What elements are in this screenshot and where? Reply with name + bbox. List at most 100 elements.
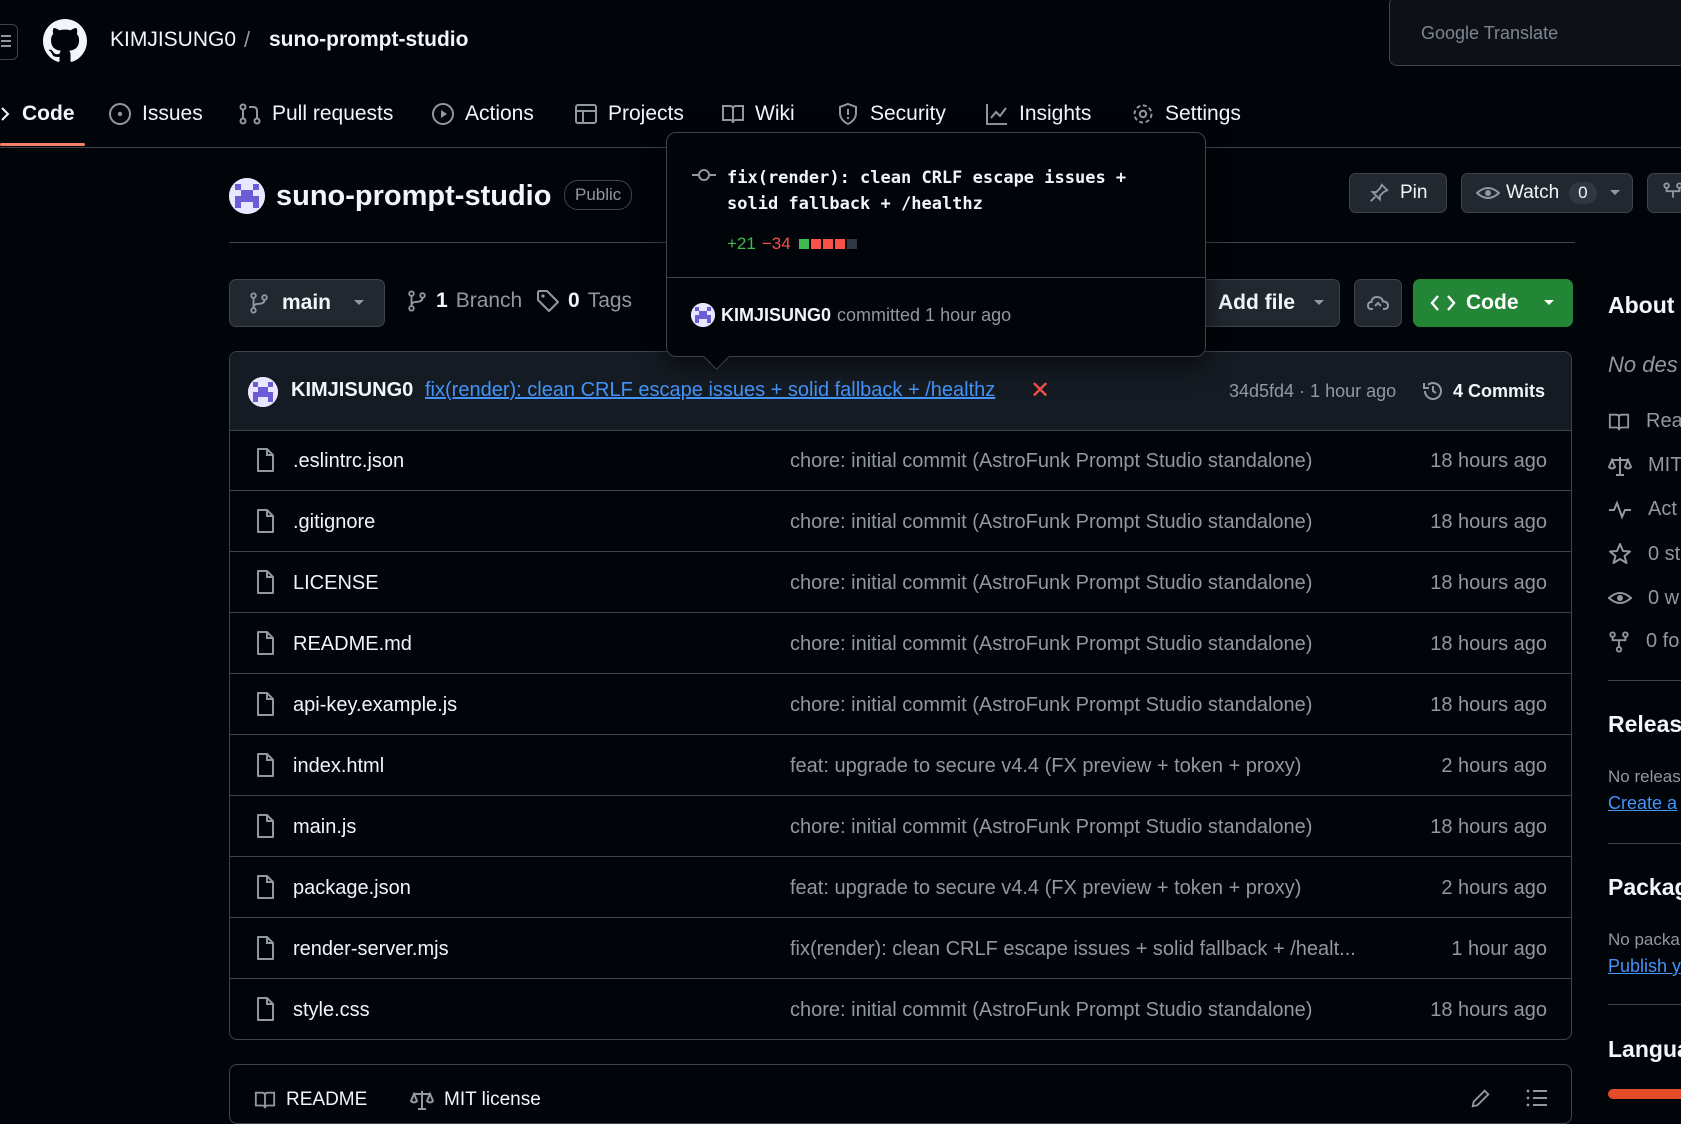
table-row[interactable]: package.json feat: upgrade to secure v4.4… xyxy=(230,857,1571,918)
sidebar-item-label: 0 w xyxy=(1648,586,1680,609)
publish-package-link[interactable]: Publish y xyxy=(1608,956,1681,977)
file-commit-message-link[interactable]: chore: initial commit (AstroFunk Prompt … xyxy=(790,633,1312,656)
hovercard-commit-message[interactable]: fix(render): clean CRLF escape issues + … xyxy=(727,165,1187,217)
hovercard-author-avatar[interactable] xyxy=(691,303,715,327)
eye-icon xyxy=(1608,592,1632,604)
github-logo-icon[interactable] xyxy=(43,19,87,63)
commit-author-avatar[interactable] xyxy=(248,377,278,407)
repo-owner-avatar xyxy=(229,178,265,214)
diff-stats: +21 −34 xyxy=(727,234,859,254)
file-commit-time: 18 hours ago xyxy=(1430,999,1547,1021)
add-file-button[interactable]: Add file xyxy=(1200,279,1340,327)
file-name-link[interactable]: .gitignore xyxy=(293,511,375,534)
commit-author[interactable]: KIMJISUNG0 xyxy=(291,379,413,402)
file-name-link[interactable]: package.json xyxy=(293,877,411,900)
tab-insights[interactable]: Insights xyxy=(985,90,1091,138)
tab-pull-requests[interactable]: Pull requests xyxy=(238,90,393,138)
file-commit-message-link[interactable]: chore: initial commit (AstroFunk Prompt … xyxy=(790,511,1312,534)
sidebar-item-license[interactable]: MIT xyxy=(1608,454,1681,477)
table-row[interactable]: .gitignore chore: initial commit (AstroFu… xyxy=(230,491,1571,552)
codespaces-button[interactable] xyxy=(1354,279,1402,327)
pulse-icon xyxy=(1609,499,1631,520)
sidebar-item-label: MIT xyxy=(1648,454,1681,476)
file-name-link[interactable]: style.css xyxy=(293,999,370,1022)
releases-heading[interactable]: Release xyxy=(1608,711,1681,738)
code-icon xyxy=(1,107,10,121)
license-tab[interactable]: MIT license xyxy=(410,1089,541,1111)
sidebar-item-watchers[interactable]: 0 w xyxy=(1608,586,1679,610)
tab-wiki[interactable]: Wiki xyxy=(721,90,795,138)
file-name-link[interactable]: render-server.mjs xyxy=(293,938,449,961)
sidebar-item-activity[interactable]: Act xyxy=(1608,498,1677,521)
branch-select-button[interactable]: main xyxy=(229,279,385,327)
repo-link[interactable]: suno-prompt-studio xyxy=(269,28,468,52)
sidebar-item-forks[interactable]: 0 fo xyxy=(1608,630,1679,653)
table-row[interactable]: style.css chore: initial commit (AstroFun… xyxy=(230,979,1571,1039)
eye-icon xyxy=(1476,187,1500,199)
owner-link[interactable]: KIMJISUNG0 xyxy=(110,28,236,52)
table-row[interactable]: .eslintrc.json chore: initial commit (Ast… xyxy=(230,430,1571,491)
file-commit-time: 18 hours ago xyxy=(1430,694,1547,716)
tab-actions[interactable]: Actions xyxy=(431,90,534,138)
tags-link[interactable]: 0 Tags xyxy=(536,289,632,313)
file-name-link[interactable]: main.js xyxy=(293,816,356,839)
commits-history-link[interactable]: 4 Commits xyxy=(1421,379,1545,403)
file-commit-message-link[interactable]: chore: initial commit (AstroFunk Prompt … xyxy=(790,450,1312,473)
file-commit-message-link[interactable]: chore: initial commit (AstroFunk Prompt … xyxy=(790,999,1312,1022)
table-row[interactable]: index.html feat: upgrade to secure v4.4 (… xyxy=(230,735,1571,796)
tab-issues[interactable]: Issues xyxy=(108,90,203,138)
table-row[interactable]: LICENSE chore: initial commit (AstroFunk … xyxy=(230,552,1571,613)
table-row[interactable]: README.md chore: initial commit (AstroFun… xyxy=(230,613,1571,674)
file-commit-time: 2 hours ago xyxy=(1441,877,1547,899)
table-row[interactable]: render-server.mjs fix(render): clean CRLF… xyxy=(230,918,1571,979)
cloud-icon xyxy=(1366,295,1390,310)
diff-blocks xyxy=(798,234,859,254)
file-name-link[interactable]: api-key.example.js xyxy=(293,694,457,717)
file-commit-message-link[interactable]: fix(render): clean CRLF escape issues + … xyxy=(790,938,1356,961)
table-row[interactable]: main.js chore: initial commit (AstroFunk … xyxy=(230,796,1571,857)
branches-link[interactable]: 1 Branch xyxy=(406,289,522,313)
shield-icon xyxy=(839,102,857,126)
sidebar-item-stars[interactable]: 0 st xyxy=(1608,542,1680,566)
watch-button[interactable]: Watch 0 xyxy=(1461,173,1633,213)
tab-projects[interactable]: Projects xyxy=(574,90,684,138)
commit-status-failed-icon[interactable]: ✕ xyxy=(1030,376,1050,405)
sidebar-item-readme[interactable]: Rea xyxy=(1608,410,1681,433)
table-row[interactable]: api-key.example.js chore: initial commit … xyxy=(230,674,1571,735)
about-heading: About xyxy=(1608,292,1675,318)
active-tab-indicator xyxy=(0,143,85,146)
tab-label: Issues xyxy=(142,102,203,125)
tab-settings[interactable]: Settings xyxy=(1131,90,1241,138)
sidebar-item-label: 0 fo xyxy=(1646,630,1680,652)
file-commit-message-link[interactable]: chore: initial commit (AstroFunk Prompt … xyxy=(790,572,1312,595)
file-name-link[interactable]: .eslintrc.json xyxy=(293,450,404,473)
file-commit-message-link[interactable]: feat: upgrade to secure v4.4 (FX preview… xyxy=(790,877,1301,900)
hovercard-divider xyxy=(667,277,1205,278)
code-dropdown-button[interactable]: Code xyxy=(1413,279,1573,327)
file-commit-message-link[interactable]: chore: initial commit (AstroFunk Prompt … xyxy=(790,816,1312,839)
repo-title[interactable]: suno-prompt-studio xyxy=(276,180,551,213)
file-commit-message-link[interactable]: chore: initial commit (AstroFunk Prompt … xyxy=(790,694,1312,717)
hovercard-author[interactable]: KIMJISUNG0 xyxy=(721,305,831,326)
file-name-link[interactable]: README.md xyxy=(293,633,412,656)
pin-button[interactable]: Pin xyxy=(1349,173,1447,213)
commit-message-link[interactable]: fix(render): clean CRLF escape issues + … xyxy=(425,379,995,402)
chevron-down-icon xyxy=(354,300,365,305)
add-file-label: Add file xyxy=(1218,291,1295,314)
commit-hash-time[interactable]: 34d5fd4 · 1 hour ago xyxy=(1229,381,1396,402)
fork-button[interactable] xyxy=(1647,173,1681,213)
tab-label: Pull requests xyxy=(272,102,394,125)
menu-button[interactable] xyxy=(0,24,18,60)
file-name-link[interactable]: LICENSE xyxy=(293,572,379,595)
packages-heading[interactable]: Packag xyxy=(1608,874,1681,901)
tab-code[interactable]: Code xyxy=(0,90,75,138)
tab-security[interactable]: Security xyxy=(836,90,946,138)
google-translate-widget[interactable]: Google Translate xyxy=(1389,0,1681,66)
readme-tab[interactable]: README xyxy=(254,1089,367,1111)
file-name-link[interactable]: index.html xyxy=(293,755,384,778)
file-commit-message-link[interactable]: feat: upgrade to secure v4.4 (FX preview… xyxy=(790,755,1301,778)
tab-label: Actions xyxy=(465,102,534,125)
create-release-link[interactable]: Create a xyxy=(1608,793,1677,814)
tab-label: Code xyxy=(22,102,75,125)
file-icon xyxy=(257,875,274,899)
